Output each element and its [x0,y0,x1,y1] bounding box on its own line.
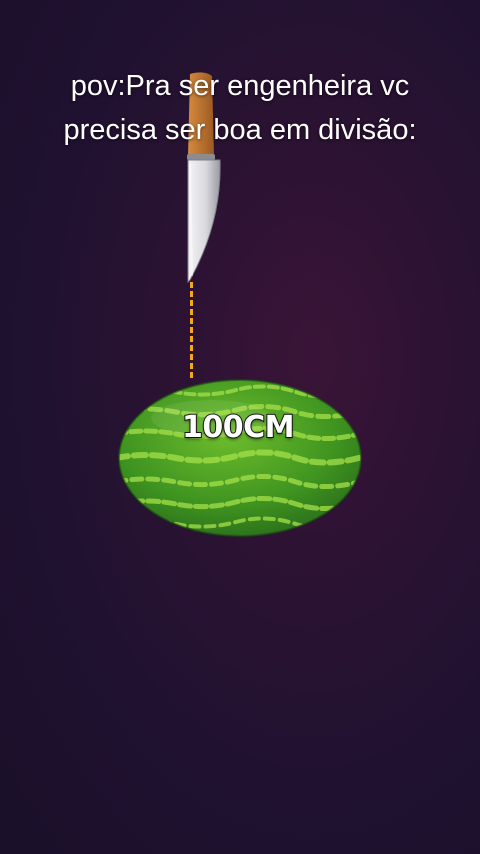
caption-line-2: precisa ser boa em divisão: [63,114,417,146]
video-frame: pov:Pra ser engenheira vc precisa ser bo… [0,0,480,854]
cut-guide-line [190,282,193,378]
caption-line-1: pov:Pra ser engenheira vc [70,70,410,102]
watermelon-icon [118,379,362,537]
watermelon-size-label: 100CM [181,409,296,446]
